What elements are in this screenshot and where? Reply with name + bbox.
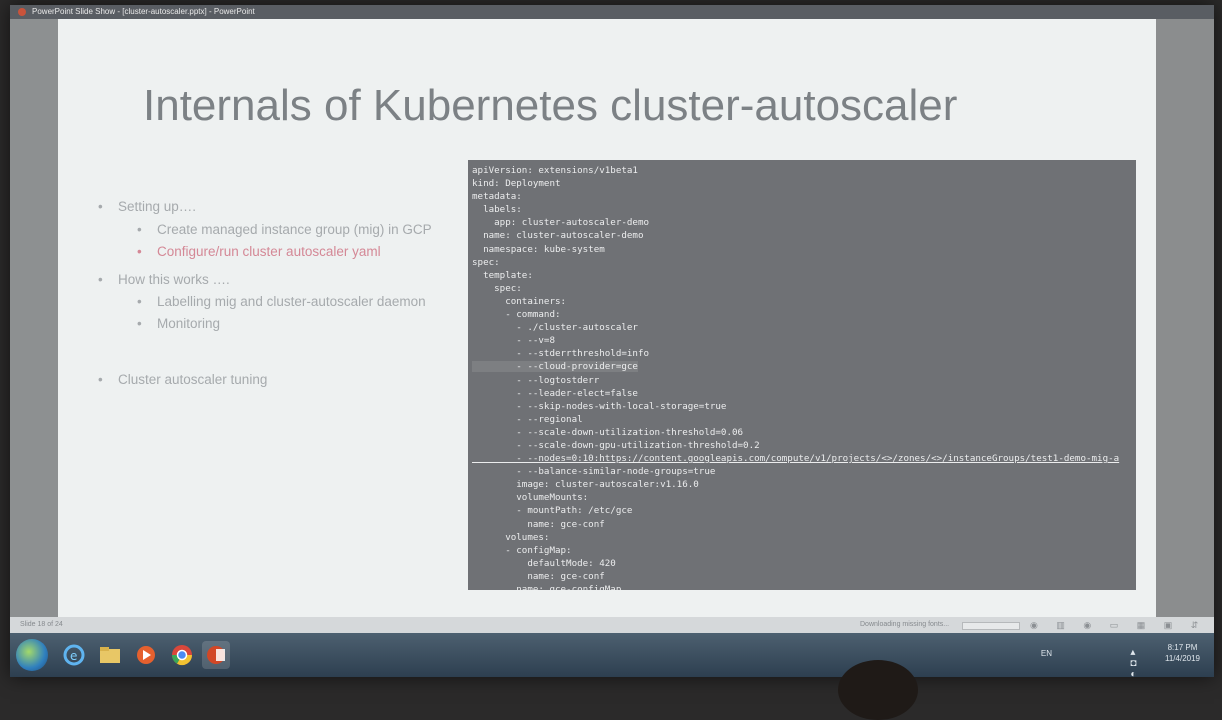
yaml-code-line: name: gce-configMap (472, 584, 622, 590)
yaml-code-line: name: cluster-autoscaler-demo (472, 230, 644, 242)
bullet-labelling: Labelling mig and cluster-autoscaler dae… (137, 294, 426, 309)
bullet-monitoring: Monitoring (137, 316, 220, 331)
yaml-code-line: namespace: kube-system (472, 243, 605, 255)
language-indicator[interactable]: EN (1041, 649, 1052, 658)
bullet-create-mig: Create managed instance group (mig) in G… (137, 222, 432, 237)
yaml-code-line: volumeMounts: (472, 492, 589, 504)
yaml-code-line: name: gce-conf (472, 518, 605, 530)
yaml-code-line: kind: Deployment (472, 178, 561, 190)
yaml-code-line: - configMap: (472, 544, 572, 556)
view-buttons[interactable]: ◉ ▥ ◉ ▭ ▦ ▣ ⇵ (1030, 617, 1206, 633)
yaml-code-line: labels: (472, 204, 522, 216)
left-gray-pane (10, 19, 58, 617)
yaml-code-line: - --scale-down-utilization-threshold=0.0… (472, 426, 744, 438)
slide-number-indicator: Slide 18 of 24 (20, 621, 63, 628)
yaml-code-line: - --v=8 (472, 335, 555, 347)
window-titlebar: PowerPoint Slide Show - [cluster-autosca… (10, 5, 1214, 19)
monitor-screen: PowerPoint Slide Show - [cluster-autosca… (10, 5, 1214, 677)
clock-date: 11/4/2019 (1165, 654, 1200, 663)
font-download-status: Downloading missing fonts... (860, 621, 950, 628)
yaml-code-line: - --cloud-provider=gce (472, 361, 638, 373)
media-player-icon[interactable] (132, 641, 160, 669)
clock-time: 8:17 PM (1167, 643, 1198, 652)
yaml-code-line: name: gce-conf (472, 570, 605, 582)
yaml-code-line: - --skip-nodes-with-local-storage=true (472, 400, 727, 412)
bullet-configure-yaml: Configure/run cluster autoscaler yaml (137, 244, 381, 259)
yaml-code-line: apiVersion: extensions/v1beta1 (472, 165, 638, 176)
powerpoint-taskbar-icon[interactable] (202, 641, 230, 669)
yaml-code-line: - --scale-down-gpu-utilization-threshold… (472, 439, 760, 451)
bullet-setting-up: Setting up…. (98, 199, 196, 214)
powerpoint-logo-icon (18, 8, 26, 16)
download-progress-bar (962, 622, 1020, 630)
window-title: PowerPoint Slide Show - [cluster-autosca… (32, 7, 255, 16)
yaml-code-line: - --stderrthreshold=info (472, 348, 650, 360)
yaml-code-line: - --regional (472, 413, 583, 425)
yaml-code-line: template: (472, 269, 533, 281)
bullet-tuning: Cluster autoscaler tuning (98, 372, 267, 387)
yaml-code-line: containers: (472, 295, 567, 307)
yaml-code-text: apiVersion: extensions/v1beta1 kind: Dep… (468, 160, 1136, 590)
yaml-code-line: volumes: (472, 531, 550, 543)
yaml-code-line: spec: (472, 256, 500, 268)
yaml-code-line: - command: (472, 309, 561, 321)
yaml-code-line: image: cluster-autoscaler:v1.16.0 (472, 479, 699, 491)
yaml-code-line: - --nodes=0:10:https://content.googleapi… (472, 453, 1120, 465)
yaml-code-line: spec: (472, 282, 522, 294)
tray-icons[interactable]: ▴ ◘ ◐ ▶ ◢ (1130, 647, 1142, 677)
yaml-code-block: apiVersion: extensions/v1beta1 kind: Dep… (468, 160, 1136, 590)
yaml-code-line: - --leader-elect=false (472, 387, 638, 399)
yaml-code-line: metadata: (472, 191, 522, 203)
yaml-code-line: app: cluster-autoscaler-demo (472, 217, 650, 229)
yaml-code-line: - ./cluster-autoscaler (472, 322, 638, 334)
bullet-how-this-works: How this works …. (98, 272, 230, 287)
windows-taskbar: e EN ▴ ◘ ◐ ▶ ◢ 8:17 PM 11/4/2019 (10, 633, 1214, 677)
system-clock[interactable]: 8:17 PM 11/4/2019 (1165, 642, 1200, 664)
svg-text:e: e (70, 649, 77, 663)
yaml-code-line: - --balance-similar-node-groups=true (472, 466, 716, 478)
yaml-code-line: defaultMode: 420 (472, 557, 616, 569)
powerpoint-statusbar: Slide 18 of 24 Downloading missing fonts… (10, 617, 1214, 633)
yaml-code-line: - --logtostderr (472, 374, 600, 386)
file-explorer-icon[interactable] (96, 641, 124, 669)
slide-title: Internals of Kubernetes cluster-autoscal… (143, 81, 958, 130)
start-button[interactable] (16, 639, 48, 671)
chrome-icon[interactable] (168, 641, 196, 669)
internet-explorer-icon[interactable]: e (60, 641, 88, 669)
audience-head-silhouette (838, 660, 918, 720)
right-gray-pane (1156, 19, 1214, 617)
yaml-code-line: - mountPath: /etc/gce (472, 505, 633, 517)
